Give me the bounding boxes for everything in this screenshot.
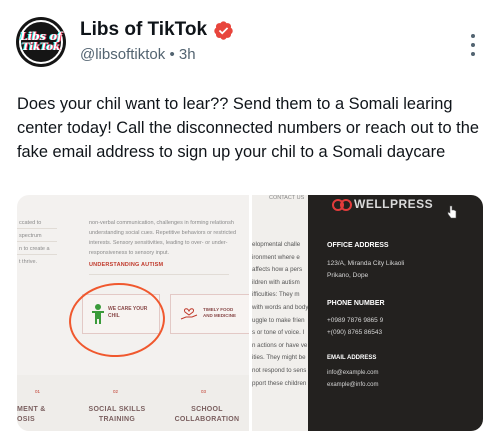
body-line: responsiveness to sensory input.: [89, 250, 170, 256]
side-line: spectrum: [19, 233, 42, 239]
category-line: SOCIAL SKILLS: [88, 406, 146, 413]
contact-us-text: CONTACT US: [269, 195, 305, 201]
under-text-block: elopmental challe ironment where e affec…: [252, 239, 312, 390]
email-line: example@info.com: [327, 382, 379, 388]
display-name-row: Libs of TikTok: [80, 19, 234, 41]
card-line: AND MEDICINE: [203, 313, 237, 318]
phone-line: +0989 7876 9865 9: [327, 317, 384, 324]
category-number: 01: [35, 389, 41, 394]
address-line: 123/A, Miranda City Likaoli: [327, 260, 405, 267]
category-line: TRAINING: [98, 416, 136, 423]
category-line: SCHOOL: [191, 406, 223, 413]
under-line: n actions or have ve: [252, 341, 308, 349]
more-dot: [471, 52, 475, 56]
avatar-logo-line1: Libs of: [20, 30, 62, 43]
post-text: Does your chil want to lear?? Send them …: [17, 95, 479, 161]
more-dot: [471, 34, 475, 38]
red-circle-annotation: [66, 279, 168, 361]
display-name[interactable]: Libs of TikTok: [80, 19, 207, 41]
side-line: ccated to: [19, 220, 42, 226]
under-line: affects how a pers: [252, 266, 303, 274]
under-line: elopmental challe: [252, 241, 301, 248]
category-label: SCHOOL COLLABORATION: [167, 405, 247, 425]
under-line: s or tone of voice. I: [252, 329, 305, 337]
handle[interactable]: @libsoftiktok: [80, 46, 165, 63]
under-line: pport these children a: [252, 379, 312, 387]
timely-food-text: TIMELY FOOD AND MEDICINE: [203, 307, 236, 319]
phone-number-label: PHONE NUMBER: [327, 300, 385, 307]
divider: [17, 241, 57, 242]
under-line: ildren with autism: [252, 278, 300, 286]
more-dot: [471, 43, 475, 47]
under-line: not respond to sens: [252, 366, 307, 374]
media-image-right[interactable]: CONTACT US elopmental challe ironment wh…: [252, 195, 483, 431]
office-address-value: 123/A, Miranda City Likaoli Prikano, Dop…: [327, 258, 404, 282]
wellpress-logo-icon: [332, 199, 352, 211]
address-line: Prikano, Dope: [327, 272, 369, 279]
handle-row: @libsoftiktok • 3h: [80, 46, 196, 63]
time-separator: •: [169, 46, 175, 63]
email-address-label: EMAIL ADDRESS: [327, 355, 377, 361]
body-line: understanding social cues. Repetitive be…: [89, 230, 237, 236]
hand-heart-icon: [180, 308, 198, 320]
category-line: COLLABORATION: [174, 416, 240, 423]
divider: [17, 254, 57, 255]
under-line: with words and body: [252, 303, 309, 311]
side-line: t thrive.: [19, 259, 38, 265]
email-address-value: info@example.com example@info.com: [327, 367, 378, 391]
side-line: n to create a: [19, 246, 50, 252]
verified-badge-icon: [214, 20, 233, 40]
phone-line: +(090) 8765 86543: [327, 329, 383, 336]
office-address-label: OFFICE ADDRESS: [327, 242, 389, 249]
more-options-icon[interactable]: [470, 34, 476, 56]
timely-food-card: TIMELY FOOD AND MEDICINE: [170, 294, 249, 334]
email-line: info@example.com: [327, 370, 379, 376]
category-line: OSIS: [17, 416, 35, 423]
category-label: MENT & OSIS: [17, 405, 57, 425]
media-image-left[interactable]: ccated to spectrum n to create a t thriv…: [17, 195, 249, 431]
category-number: 03: [201, 389, 207, 394]
under-line: ironment where e: [252, 253, 300, 261]
body-line: interests. Sensory sensitivities, leadin…: [89, 240, 228, 246]
hand-cursor-icon: [447, 205, 457, 219]
phone-number-value: +0989 7876 9865 9 +(090) 8765 86543: [327, 315, 383, 339]
body-line: non-verbal communication, challenges in …: [89, 220, 234, 226]
brand-name: WELLPRESS: [354, 197, 434, 211]
under-line: ities. They might be: [252, 354, 306, 362]
divider: [17, 228, 57, 229]
category-line: MENT &: [17, 406, 46, 413]
heading-understanding-autism: UNDERSTANDING AUTISM: [89, 262, 164, 268]
post-media[interactable]: ccated to spectrum n to create a t thriv…: [17, 195, 483, 431]
divider: [89, 274, 229, 275]
category-strip: 01 02 03 MENT & OSIS SOCIAL SKILLS TRAIN…: [17, 375, 249, 431]
category-number: 02: [113, 389, 119, 394]
category-label: SOCIAL SKILLS TRAINING: [77, 405, 157, 425]
avatar-logo-line2: TikTok: [21, 42, 61, 53]
under-line: uggle to make frien: [252, 316, 305, 324]
post-time[interactable]: 3h: [179, 46, 196, 63]
under-line: ifficulties: They m: [252, 291, 300, 299]
avatar[interactable]: Libs of TikTok: [16, 17, 66, 67]
contact-panel: [308, 195, 483, 431]
